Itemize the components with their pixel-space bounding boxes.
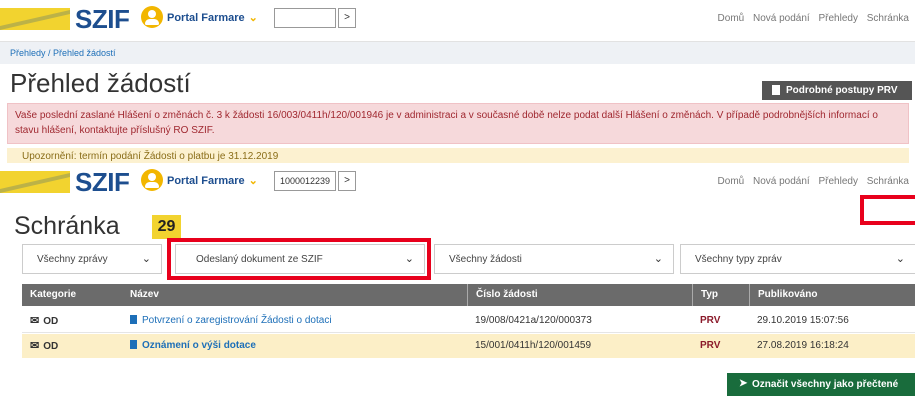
document-icon xyxy=(772,85,780,95)
nav-new-submissions[interactable]: Nová podání xyxy=(753,13,810,24)
prv-procedures-button[interactable]: Podrobné postupy PRV xyxy=(762,81,912,100)
filter-highlight-box xyxy=(167,238,431,280)
inbox-header: SZIF Portal Farmare ⌄ 1000012239 > Domů N… xyxy=(0,163,915,203)
filter-message-types[interactable]: Všechny typy zpráv ⌄ xyxy=(680,244,915,274)
document-icon xyxy=(130,315,137,324)
row-published: 27.08.2019 16:18:24 xyxy=(757,340,849,351)
col-type[interactable]: Typ xyxy=(692,284,749,306)
chevron-down-icon: ⌄ xyxy=(653,253,663,265)
row-name-link[interactable]: Potvrzení o zaregistrování Žádosti o dot… xyxy=(122,309,467,332)
nav-overviews[interactable]: Přehledy xyxy=(819,13,858,24)
nav-inbox[interactable]: Schránka xyxy=(867,176,909,187)
mark-all-read-button[interactable]: ➤ Označit všechny jako přečtené xyxy=(727,373,915,396)
mark-all-label: Označit všechny jako přečtené xyxy=(752,379,899,390)
szif-logo[interactable]: SZIF xyxy=(75,167,130,198)
row-number: 15/001/0411h/120/001459 xyxy=(475,340,592,351)
paper-plane-icon: ➤ xyxy=(739,378,748,389)
user-icon[interactable] xyxy=(141,169,163,191)
chevron-down-icon: ⌄ xyxy=(895,253,905,265)
row-type: PRV xyxy=(700,340,721,351)
go-button[interactable]: > xyxy=(338,8,356,28)
portal-label: Portal Farmare xyxy=(167,175,245,187)
user-icon[interactable] xyxy=(141,6,163,28)
envelope-icon: ✉ xyxy=(30,340,40,352)
col-published[interactable]: Publikováno xyxy=(749,284,915,306)
client-id-input[interactable] xyxy=(274,8,336,28)
row-category: OD xyxy=(43,341,59,352)
row-type: PRV xyxy=(700,315,721,326)
inbox-highlight-box xyxy=(860,195,915,225)
portal-label: Portal Farmare xyxy=(167,12,245,24)
row-number: 19/008/0421a/120/000373 xyxy=(475,315,592,326)
col-name[interactable]: Název xyxy=(122,284,467,306)
breadcrumb[interactable]: Přehledy / Přehled žádostí xyxy=(0,42,915,64)
portal-farmare-menu[interactable]: Portal Farmare ⌄ xyxy=(167,174,258,187)
nav-inbox[interactable]: Schránka xyxy=(867,13,909,24)
main-nav: Domů Nová podání Přehledy Schránka xyxy=(712,13,909,24)
client-id-input[interactable]: 1000012239 xyxy=(274,171,336,191)
filter-message-types-value: Všechny typy zpráv xyxy=(695,254,782,265)
inbox-count-badge: 29 xyxy=(152,215,181,239)
nav-overviews[interactable]: Přehledy xyxy=(819,176,858,187)
chevron-down-icon: ⌄ xyxy=(141,253,151,265)
nav-home[interactable]: Domů xyxy=(718,176,745,187)
row-name-link[interactable]: Oznámení o výši dotace xyxy=(122,334,467,358)
filter-requests-value: Všechny žádosti xyxy=(449,254,522,265)
main-nav: Domů Nová podání Přehledy Schránka xyxy=(712,176,909,187)
col-request-number[interactable]: Číslo žádosti xyxy=(467,284,692,306)
table-row[interactable]: ✉ OD Oznámení o výši dotace 15/001/0411h/… xyxy=(22,334,915,358)
szif-logo[interactable]: SZIF xyxy=(75,4,130,35)
prv-button-label: Podrobné postupy PRV xyxy=(786,85,898,96)
go-button[interactable]: > xyxy=(338,171,356,191)
col-category[interactable]: Kategorie xyxy=(22,284,122,306)
szif-logo-stripes-icon xyxy=(0,171,70,193)
filter-requests[interactable]: Všechny žádosti ⌄ xyxy=(434,244,674,274)
chevron-down-icon: ⌄ xyxy=(248,175,258,187)
filter-messages[interactable]: Všechny zprávy ⌄ xyxy=(22,244,162,274)
table-header: Kategorie Název Číslo žádosti Typ Publik… xyxy=(22,284,915,306)
szif-logo-stripes-icon xyxy=(0,8,70,30)
row-category: OD xyxy=(43,316,59,327)
inbox-title: Schránka xyxy=(14,212,120,240)
filter-messages-value: Všechny zprávy xyxy=(37,254,108,265)
alert-message: Vaše poslední zaslané Hlášení o změnách … xyxy=(7,103,909,144)
document-icon xyxy=(130,340,137,349)
row-published: 29.10.2019 15:07:56 xyxy=(757,315,849,326)
portal-farmare-menu[interactable]: Portal Farmare ⌄ xyxy=(167,11,258,24)
nav-home[interactable]: Domů xyxy=(718,13,745,24)
nav-new-submissions[interactable]: Nová podání xyxy=(753,176,810,187)
page-title: Přehled žádostí xyxy=(10,68,191,98)
envelope-open-icon: ✉ xyxy=(30,315,40,327)
chevron-down-icon: ⌄ xyxy=(248,12,258,24)
table-row[interactable]: ✉ OD Potvrzení o zaregistrování Žádosti o… xyxy=(22,309,915,333)
top-header: SZIF Portal Farmare ⌄ > Domů Nová podání … xyxy=(0,0,915,42)
